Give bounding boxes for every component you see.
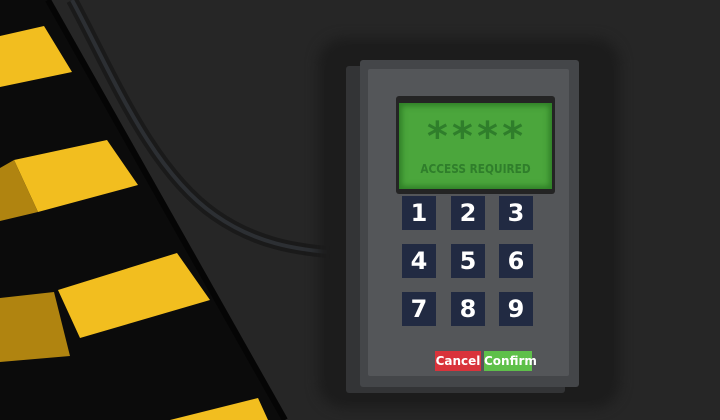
access-keypad: **** ACCESS REQUIRED 1 2 3 4 5 6 7 8 9 C… bbox=[360, 60, 579, 387]
key-9[interactable]: 9 bbox=[499, 292, 533, 326]
key-2[interactable]: 2 bbox=[451, 196, 485, 230]
key-6[interactable]: 6 bbox=[499, 244, 533, 278]
game-scene: **** ACCESS REQUIRED 1 2 3 4 5 6 7 8 9 C… bbox=[0, 0, 720, 420]
key-8[interactable]: 8 bbox=[451, 292, 485, 326]
key-1[interactable]: 1 bbox=[402, 196, 436, 230]
screen-glass: **** ACCESS REQUIRED bbox=[399, 103, 552, 189]
cancel-button[interactable]: Cancel bbox=[435, 351, 481, 371]
key-4[interactable]: 4 bbox=[402, 244, 436, 278]
entered-code-display: **** bbox=[425, 114, 526, 160]
access-message: ACCESS REQUIRED bbox=[420, 162, 531, 176]
key-7[interactable]: 7 bbox=[402, 292, 436, 326]
keypad-screen: **** ACCESS REQUIRED bbox=[396, 96, 555, 194]
key-3[interactable]: 3 bbox=[499, 196, 533, 230]
keypad-face: **** ACCESS REQUIRED 1 2 3 4 5 6 7 8 9 C… bbox=[368, 69, 569, 376]
key-5[interactable]: 5 bbox=[451, 244, 485, 278]
confirm-button[interactable]: Confirm bbox=[484, 351, 537, 371]
